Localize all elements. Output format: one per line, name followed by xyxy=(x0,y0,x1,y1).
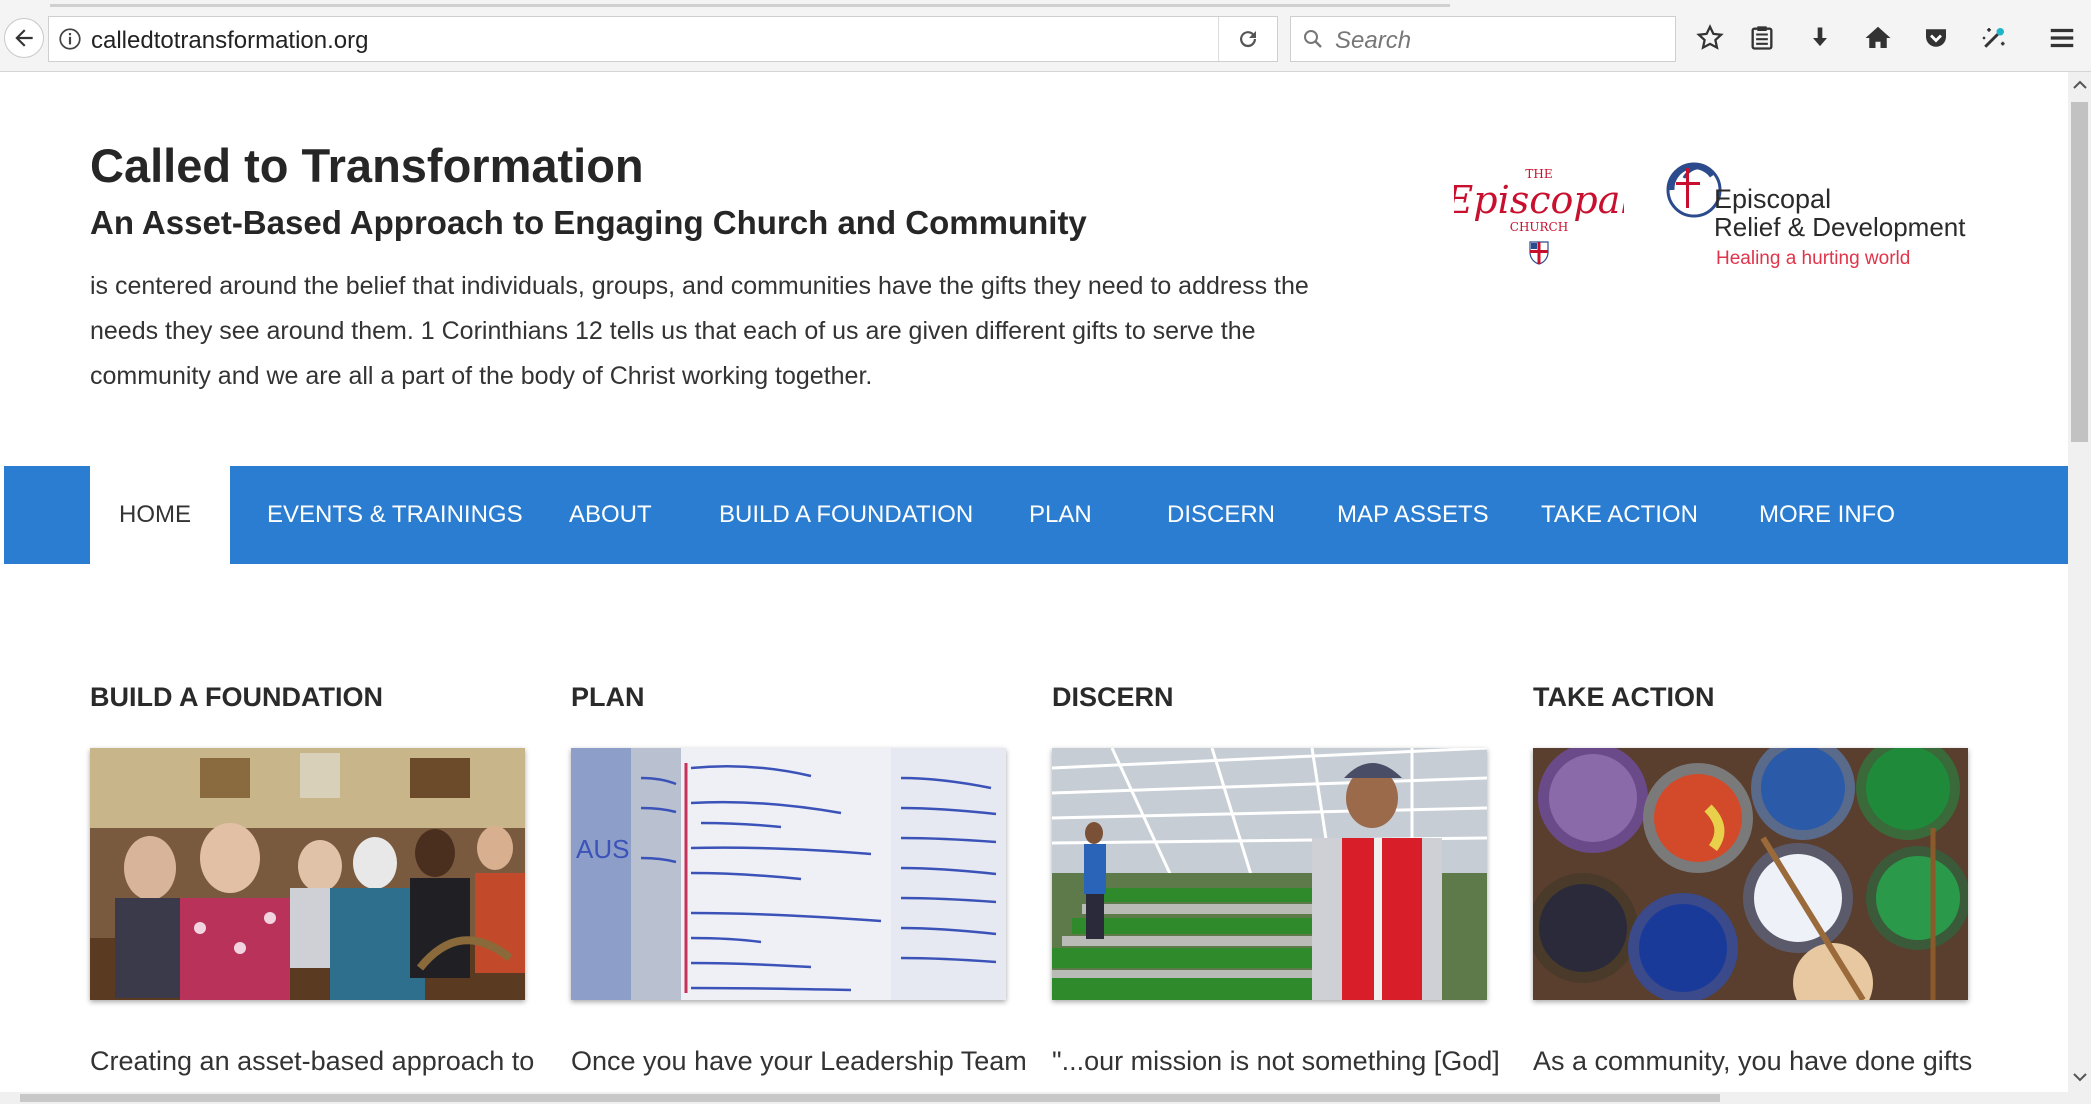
globe-cross-icon xyxy=(1666,162,1722,218)
search-icon xyxy=(1301,27,1325,56)
episcopal-church-logo[interactable]: THE Episcopal CHURCH xyxy=(1444,158,1633,268)
card-image-greenhouse[interactable] xyxy=(1052,748,1487,1000)
horizontal-scrollbar[interactable] xyxy=(0,1092,2068,1104)
svg-text:AUS: AUS xyxy=(576,834,629,864)
arrow-left-icon xyxy=(15,29,33,47)
card-text-plan: Once you have your Leadership Team xyxy=(571,1046,1027,1076)
intro-paragraph: is centered around the belief that indiv… xyxy=(90,272,1309,390)
extension-icon[interactable] xyxy=(1978,22,2010,54)
nav-home[interactable]: HOME xyxy=(90,466,230,564)
search-placeholder: Search xyxy=(1335,27,1412,54)
vertical-scroll-thumb[interactable] xyxy=(2071,102,2088,442)
erd-tagline-text: Healing a hurting world xyxy=(1716,248,1910,269)
nav-discern[interactable]: DISCERN xyxy=(1138,466,1304,564)
horizontal-scroll-thumb[interactable] xyxy=(20,1094,1720,1102)
card-title-discern[interactable]: DISCERN xyxy=(1052,682,1174,713)
scroll-up-arrow-icon[interactable] xyxy=(2073,80,2087,90)
nav-events-trainings[interactable]: EVENTS & TRAININGS xyxy=(238,466,552,564)
nav-plan[interactable]: PLAN xyxy=(1000,466,1121,564)
card-image-meeting[interactable] xyxy=(90,748,525,1000)
erd-line1-text: Episcopal xyxy=(1714,184,1831,214)
reload-icon xyxy=(1240,31,1257,48)
tab-strip-line xyxy=(50,4,1450,7)
card-text-take-action: As a community, you have done gifts xyxy=(1533,1046,1973,1076)
scroll-down-arrow-icon[interactable] xyxy=(2073,1072,2087,1082)
card-text-build-a-foundation: Creating an asset-based approach to xyxy=(90,1046,535,1076)
nav-about[interactable]: ABOUT xyxy=(540,466,681,564)
home-icon[interactable] xyxy=(1862,22,1894,54)
download-icon[interactable] xyxy=(1804,22,1836,54)
address-bar[interactable]: calledtotransformation.org xyxy=(48,16,1278,62)
reading-list-icon[interactable] xyxy=(1746,22,1778,54)
site-title[interactable]: Called to Transformation xyxy=(90,138,644,193)
reload-button[interactable] xyxy=(1218,17,1277,61)
info-icon[interactable] xyxy=(57,26,83,57)
logo-church-text: CHURCH xyxy=(1510,220,1568,234)
hamburger-menu-icon[interactable] xyxy=(2046,22,2078,54)
pocket-icon[interactable] xyxy=(1920,22,1952,54)
bookmark-star-icon[interactable] xyxy=(1694,22,1726,54)
vertical-scrollbar[interactable] xyxy=(2068,72,2091,1104)
nav-more-info[interactable]: MORE INFO xyxy=(1730,466,1924,564)
logo-episcopal-text: Episcopal xyxy=(1454,178,1624,222)
nav-map-assets[interactable]: MAP ASSETS xyxy=(1308,466,1518,564)
erd-line2-text: Relief & Development xyxy=(1714,212,1966,242)
nav-build-a-foundation[interactable]: BUILD A FOUNDATION xyxy=(690,466,1002,564)
card-title-plan[interactable]: PLAN xyxy=(571,682,645,713)
card-image-flipchart[interactable]: AUS xyxy=(571,748,1006,1000)
shield-cross-icon xyxy=(1529,241,1549,265)
back-button[interactable] xyxy=(4,18,44,58)
web-page: Called to Transformation An Asset-Based … xyxy=(4,72,2068,1102)
browser-toolbar: calledtotransformation.org Search xyxy=(0,0,2091,72)
card-text-discern: "...our mission is not something [God] xyxy=(1052,1046,1500,1076)
card-image-paint-cans[interactable] xyxy=(1533,748,1968,1000)
main-nav: HOME EVENTS & TRAININGS ABOUT BUILD A FO… xyxy=(4,466,2068,564)
nav-take-action[interactable]: TAKE ACTION xyxy=(1512,466,1727,564)
erd-logo[interactable]: Episcopal Relief & Development Healing a… xyxy=(1664,150,1984,280)
card-title-take-action[interactable]: TAKE ACTION xyxy=(1533,682,1715,713)
site-subtitle: An Asset-Based Approach to Engaging Chur… xyxy=(90,204,1087,241)
search-box[interactable]: Search xyxy=(1290,16,1676,62)
card-title-build-a-foundation[interactable]: BUILD A FOUNDATION xyxy=(90,682,383,713)
url-text[interactable]: calledtotransformation.org xyxy=(91,27,368,55)
